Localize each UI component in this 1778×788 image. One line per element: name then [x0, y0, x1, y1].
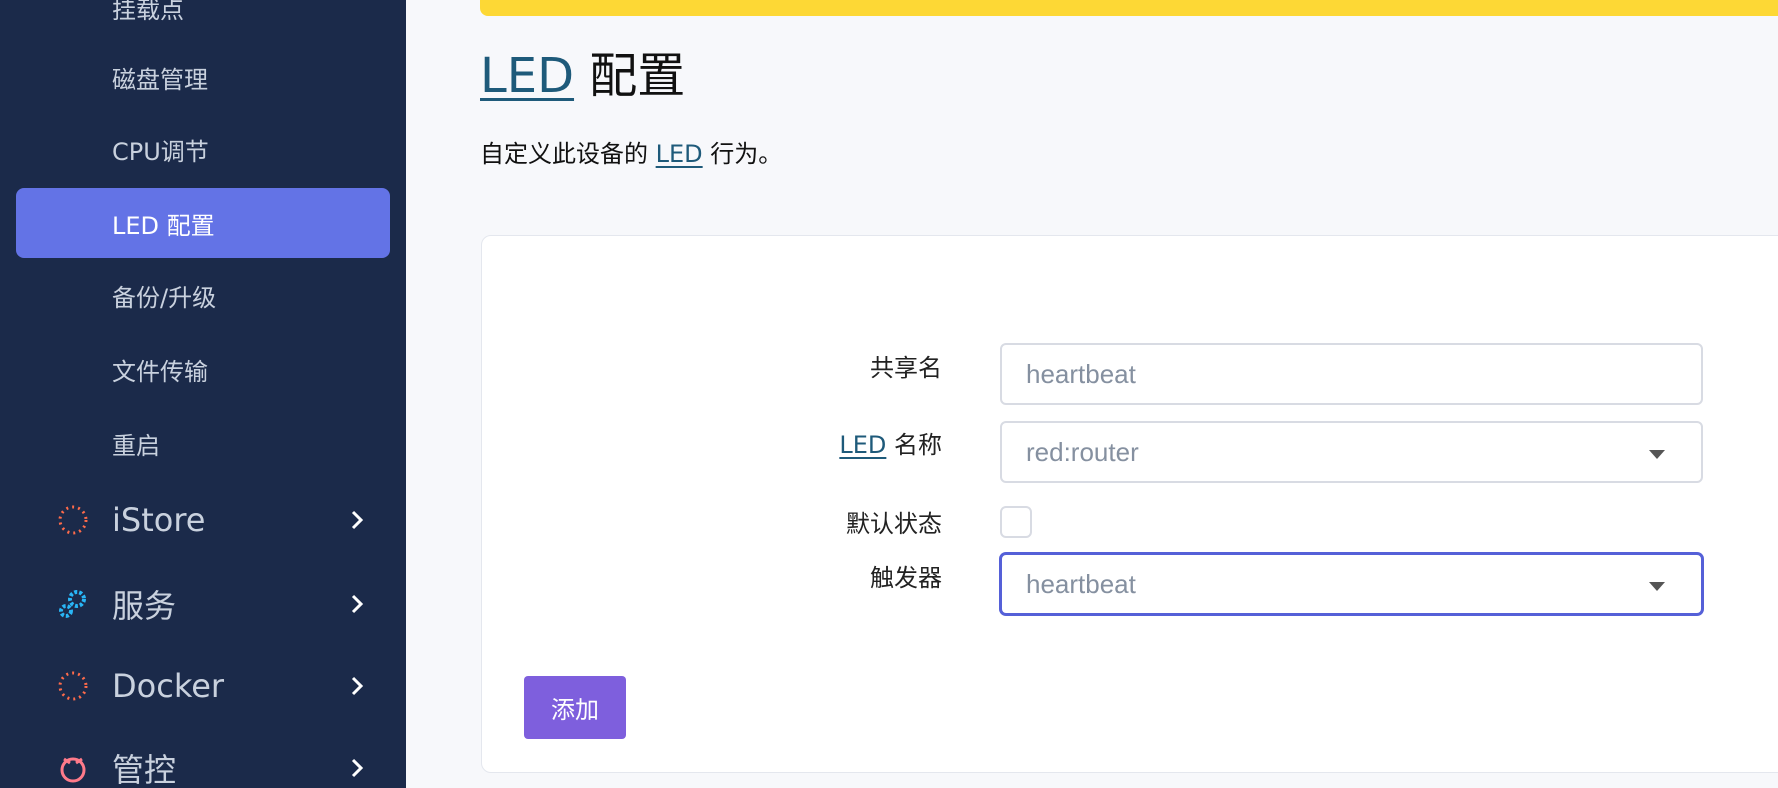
chevron-right-icon	[351, 510, 364, 530]
name-input[interactable]: heartbeat	[1000, 343, 1703, 405]
sidebar: 挂载点 磁盘管理 CPU调节 LED 配置 备份/升级 文件传输 重启 iSto…	[0, 0, 406, 788]
name-label: 共享名	[870, 354, 942, 382]
caret-down-icon	[1649, 582, 1665, 591]
led-name-label-text: 名称	[894, 431, 942, 459]
add-button[interactable]: 添加	[524, 676, 626, 739]
page-title: LED 配置	[480, 36, 685, 106]
led-abbr: LED	[655, 140, 703, 168]
warning-banner	[480, 0, 1778, 16]
default-state-checkbox[interactable]	[1000, 506, 1032, 538]
sidebar-item-backup-upgrade[interactable]: 备份/升级	[16, 260, 390, 330]
sidebar-item-cpu-tuning[interactable]: CPU调节	[16, 114, 390, 184]
sidebar-item-label: 文件传输	[112, 357, 208, 386]
sidebar-item-label: CPU调节	[112, 137, 209, 166]
trigger-select[interactable]: heartbeat	[1000, 553, 1703, 615]
chevron-right-icon	[351, 676, 364, 696]
sidebar-item-file-transfer[interactable]: 文件传输	[16, 334, 390, 404]
led-form-card	[481, 235, 1778, 773]
sidebar-group-docker[interactable]: Docker	[0, 648, 406, 724]
sidebar-item-label: 磁盘管理	[112, 65, 208, 94]
name-input-placeholder: heartbeat	[1026, 358, 1136, 389]
sidebar-item-mount-points[interactable]: 挂载点	[16, 0, 390, 42]
sidebar-item-label: 备份/升级	[112, 283, 217, 312]
sidebar-item-disk-management[interactable]: 磁盘管理	[16, 42, 390, 112]
sidebar-group-label: Docker	[112, 667, 225, 705]
description-text: 自定义此设备的	[480, 140, 648, 168]
default-state-label: 默认状态	[846, 510, 942, 538]
sidebar-item-led-config[interactable]: LED 配置	[16, 188, 390, 258]
led-name-label: LED 名称	[839, 425, 942, 460]
sidebar-group-label: 服务	[112, 587, 177, 625]
sidebar-item-label: LED 配置	[112, 211, 215, 240]
trigger-label: 触发器	[870, 564, 942, 592]
sidebar-item-label: 重启	[112, 431, 160, 460]
istore-icon	[58, 505, 88, 535]
trigger-value: heartbeat	[1026, 568, 1136, 599]
page-title-text: 配置	[589, 48, 686, 104]
docker-icon	[58, 671, 88, 701]
led-name-value: red:router	[1026, 436, 1139, 467]
caret-down-icon	[1649, 450, 1665, 459]
led-abbr: LED	[480, 48, 575, 104]
led-abbr: LED	[839, 431, 887, 459]
sidebar-item-label: 挂载点	[112, 0, 184, 24]
page-description: 自定义此设备的 LED 行为。	[480, 134, 782, 169]
sidebar-group-services[interactable]: 服务	[0, 566, 406, 642]
led-name-select[interactable]: red:router	[1000, 421, 1703, 483]
gears-icon	[59, 590, 86, 618]
chevron-right-icon	[351, 594, 364, 614]
description-text: 行为。	[710, 140, 783, 168]
sidebar-item-reboot[interactable]: 重启	[16, 408, 390, 478]
sidebar-group-istore[interactable]: iStore	[0, 482, 406, 558]
chevron-right-icon	[351, 758, 364, 778]
control-icon	[60, 757, 86, 783]
sidebar-group-label: iStore	[112, 501, 206, 539]
sidebar-group-label: 管控	[112, 751, 177, 788]
sidebar-group-control[interactable]: 管控	[0, 730, 406, 788]
